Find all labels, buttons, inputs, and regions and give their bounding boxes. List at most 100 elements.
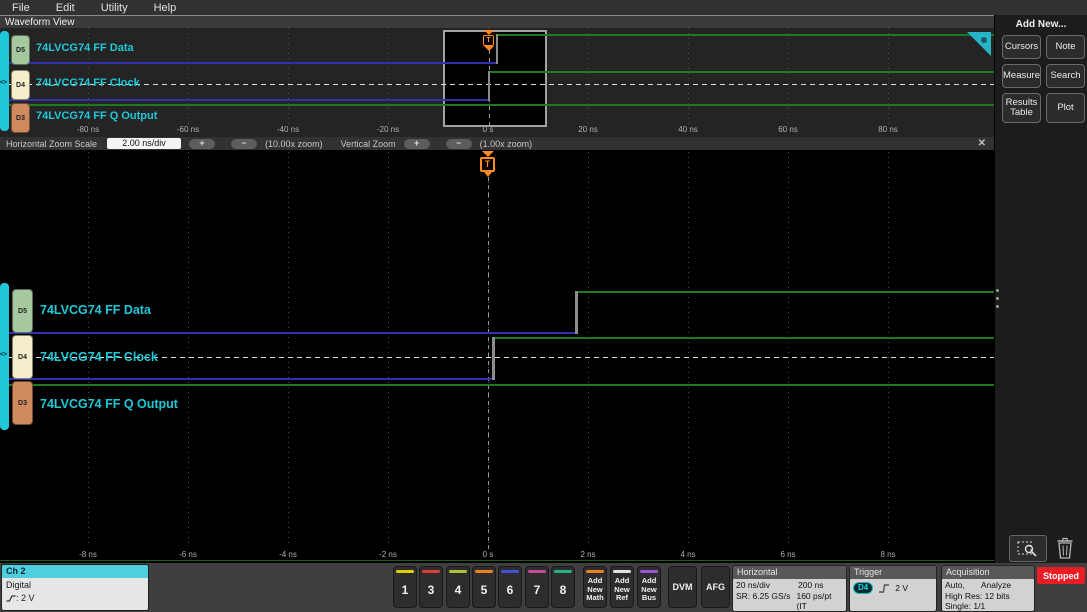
v-zoom-plus-button[interactable]: + xyxy=(403,138,430,149)
stopped-badge[interactable]: Stopped xyxy=(1037,567,1085,584)
waveform-segment-high xyxy=(497,34,994,36)
splitter-handle[interactable] xyxy=(995,283,1000,313)
time-tick-label: 80 ns xyxy=(878,125,898,134)
channel-badge-d5[interactable]: D5 xyxy=(12,289,33,333)
trash-icon xyxy=(1057,537,1073,559)
menu-help[interactable]: Help xyxy=(154,2,177,14)
channel-button-label: 1 xyxy=(401,583,409,597)
acq-analyze: Analyze xyxy=(980,580,1012,590)
plot-bottom-line xyxy=(0,560,994,561)
channel-button-label: 7 xyxy=(533,583,541,597)
dvm-button[interactable]: DVM xyxy=(668,566,697,608)
add-cursors-button[interactable]: Cursors xyxy=(1002,35,1041,59)
afg-button[interactable]: AFG xyxy=(701,566,730,608)
channel-badge-d5[interactable]: D5 xyxy=(11,35,30,65)
trigger-title: Trigger xyxy=(850,566,936,579)
v-zoom-minus-button[interactable]: − xyxy=(445,138,472,149)
channel-2-title: Ch 2 xyxy=(2,565,148,578)
h-sample-rate: SR: 6.25 GS/s xyxy=(736,590,791,601)
gridline xyxy=(688,28,689,124)
time-tick-label: 20 ns xyxy=(578,125,598,134)
gridline xyxy=(688,137,689,547)
time-tick-label: -80 ns xyxy=(76,125,100,134)
channel-button-1[interactable]: 1 xyxy=(393,566,417,608)
add-button-label: Add New Math xyxy=(586,576,604,603)
channel-button-4[interactable]: 4 xyxy=(446,566,470,608)
channel-2-badge[interactable]: Ch 2 Digital : 2 V xyxy=(1,564,149,611)
add-plot-button[interactable]: Plot xyxy=(1046,93,1085,123)
trigger-info-box[interactable]: Trigger D4 2 V xyxy=(849,565,937,612)
add-new-math-button[interactable]: Add New Math xyxy=(583,566,607,608)
gridline xyxy=(588,137,589,547)
time-tick-label: -2 ns xyxy=(379,550,397,559)
waveform-segment-low xyxy=(0,378,493,380)
trigger-t-icon: T xyxy=(483,35,494,46)
zoom-overlay-icon[interactable] xyxy=(967,32,991,56)
channel-button-8[interactable]: 8 xyxy=(551,566,575,608)
gridline xyxy=(788,137,789,547)
channel-label-clock[interactable]: 74LVCG74 FF Clock xyxy=(40,350,158,364)
main-plot[interactable]: -8 ns -6 ns -4 ns -2 ns 0 s2 ns 4 ns 6 ns 8 ns … xyxy=(0,137,994,563)
add-button-label: Add New Ref xyxy=(614,576,630,603)
trigger-marker[interactable]: T xyxy=(480,151,495,177)
zoom-overlay-dot-icon xyxy=(981,37,987,43)
h-zoom-plus-button[interactable]: + xyxy=(189,138,216,149)
horizontal-info-box[interactable]: Horizontal 20 ns/div 200 ns SR: 6.25 GS/s… xyxy=(732,565,847,612)
channel-label-data[interactable]: 74LVCG74 FF Data xyxy=(40,303,151,317)
gridline xyxy=(188,137,189,547)
time-tick-label: 4 ns xyxy=(680,550,696,559)
channel-button-5[interactable]: 5 xyxy=(472,566,496,608)
channel-badge-d4[interactable]: D4 xyxy=(12,335,33,379)
time-tick-label: -6 ns xyxy=(179,550,197,559)
channel-label-q-output[interactable]: 74LVCG74 FF Q Output xyxy=(40,397,178,411)
h-zoom-minus-button[interactable]: − xyxy=(231,138,258,149)
v-zoom-factor: (1.00x zoom) xyxy=(479,138,533,149)
zoom-controls-bar: Horizontal Zoom Scale 2.00 ns/div + − (1… xyxy=(0,137,994,150)
zoom-box[interactable] xyxy=(443,30,547,127)
add-results-table-button[interactable]: Results Table xyxy=(1002,93,1041,123)
overview-plot[interactable]: -80 ns -60 ns -40 ns -20 ns 0 s 20 ns 40 ns 60 … xyxy=(0,28,994,137)
trash-button[interactable] xyxy=(1053,536,1077,561)
waveform-segment-high xyxy=(576,291,994,293)
add-new-bus-button[interactable]: Add New Bus xyxy=(637,566,661,608)
waveform-segment-high xyxy=(489,70,994,73)
waveform-segment-high xyxy=(0,384,994,386)
time-tick-label: 6 ns xyxy=(780,550,796,559)
h-zoom-scale-value[interactable]: 2.00 ns/div xyxy=(107,138,182,149)
channel-badge-d3[interactable]: D3 xyxy=(12,381,33,425)
waveform-view-tab[interactable]: Waveform View xyxy=(0,15,994,28)
add-new-ref-button[interactable]: Add New Ref xyxy=(610,566,634,608)
trigger-marker-overview[interactable]: T xyxy=(483,30,494,51)
waveform-rising-edge xyxy=(492,337,495,380)
waveform-segment-high xyxy=(493,337,994,339)
channel-label-clock[interactable]: 74LVCG74 FF Clock xyxy=(36,77,140,89)
add-search-button[interactable]: Search xyxy=(1046,64,1085,88)
channel-button-label: 6 xyxy=(506,583,514,597)
trigger-level: 2 V xyxy=(895,582,908,593)
time-tick-label: -4 ns xyxy=(279,550,297,559)
gridline xyxy=(188,28,189,124)
channel-label-q-output[interactable]: 74LVCG74 FF Q Output xyxy=(36,110,157,122)
zoom-select-icon xyxy=(1017,540,1037,557)
add-measure-button[interactable]: Measure xyxy=(1002,64,1041,88)
channel-2-threshold: : 2 V xyxy=(16,593,35,603)
h-zoom-scale-label: Horizontal Zoom Scale xyxy=(6,138,98,149)
menu-file[interactable]: File xyxy=(12,2,30,14)
gridline xyxy=(288,28,289,124)
channel-badge-d3[interactable]: D3 xyxy=(11,103,30,133)
time-tick-label: -8 ns xyxy=(79,550,97,559)
channel-button-7[interactable]: 7 xyxy=(525,566,549,608)
close-zoom-icon[interactable]: ✕ xyxy=(978,138,986,149)
channel-button-6[interactable]: 6 xyxy=(498,566,522,608)
add-note-button[interactable]: Note xyxy=(1046,35,1085,59)
v-zoom-label: Vertical Zoom xyxy=(340,138,396,149)
time-tick-label: -60 ns xyxy=(176,125,200,134)
channel-button-3[interactable]: 3 xyxy=(419,566,443,608)
menu-utility[interactable]: Utility xyxy=(101,2,128,14)
channel-badge-d4[interactable]: D4 xyxy=(11,70,30,100)
menu-edit[interactable]: Edit xyxy=(56,2,75,14)
acquisition-info-box[interactable]: Acquisition Auto, Analyze High Res: 12 bi… xyxy=(941,565,1035,612)
waveform-segment-low xyxy=(0,62,497,64)
channel-label-data[interactable]: 74LVCG74 FF Data xyxy=(36,42,134,54)
zoom-mode-button[interactable] xyxy=(1009,535,1047,562)
